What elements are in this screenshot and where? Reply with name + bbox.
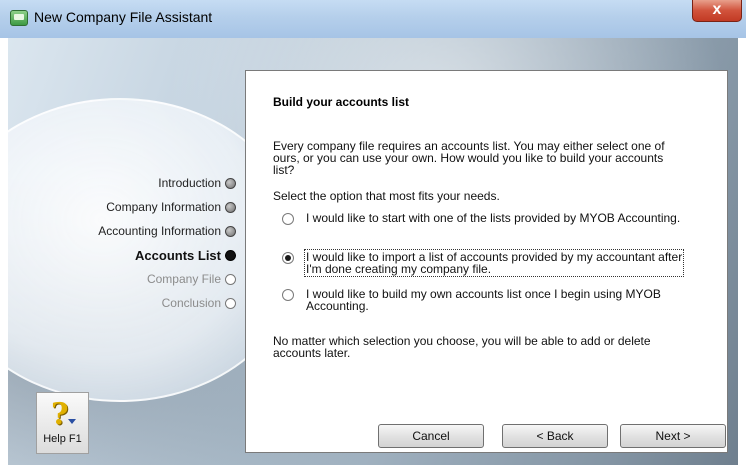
selection-prompt: Select the option that most fits your ne… [273,189,500,203]
option-import-from-accountant[interactable]: I would like to import a list of account… [282,249,685,277]
step-label: Company Information [106,200,221,214]
radio-button[interactable] [282,289,294,301]
myob-app-icon [10,10,28,26]
step-label: Company File [146,272,221,286]
step-company-file: Company File [147,270,236,288]
step-dot-icon [225,177,236,189]
dialog-client-area: Introduction Company Information Account… [8,38,738,465]
step-label: Introduction [158,176,221,190]
intro-line-2: ours, or you can use your own. How would… [273,151,664,165]
title-bar: New Company File Assistant x [0,0,746,38]
step-conclusion: Conclusion [162,294,236,312]
chevron-down-icon [68,419,76,424]
radio-button-selected[interactable] [282,252,294,264]
step-dot-icon [225,297,236,309]
option-label: I would like to build my own accounts li… [306,288,661,312]
help-button-label: Help F1 [43,433,82,445]
step-company-information: Company Information [106,198,236,216]
window-title: New Company File Assistant [34,9,213,25]
radio-button[interactable] [282,213,294,225]
close-button[interactable]: x [692,0,742,22]
step-dot-icon [225,201,236,213]
panel-heading: Build your accounts list [273,95,410,109]
step-dot-icon [225,249,236,261]
note-line-2: accounts later. [273,346,351,360]
option-label: I would like to start with one of the li… [306,211,681,225]
help-question-icon: ? [51,397,69,432]
step-label: Accounting Information [98,224,221,238]
intro-line-3: list? [273,163,295,177]
step-dot-icon [225,225,236,237]
option-label-line-2: Accounting. [306,299,369,313]
back-button[interactable]: < Back [502,424,608,448]
next-button[interactable]: Next > [620,424,726,448]
cancel-button[interactable]: Cancel [378,424,484,448]
option-label: I would like to import a list of account… [303,249,685,277]
help-button[interactable]: ? Help F1 [36,392,89,454]
step-label: Conclusion [161,296,221,310]
step-dot-icon [225,273,236,285]
step-accounting-information: Accounting Information [98,222,236,240]
step-introduction: Introduction [158,174,236,192]
step-label: Accounts List [135,247,221,263]
option-start-with-myob-list[interactable]: I would like to start with one of the li… [282,212,680,225]
content-panel: Build your accounts list Every company f… [245,70,728,453]
option-label-line-2: I'm done creating my company file. [306,262,492,276]
option-build-own-list[interactable]: I would like to build my own accounts li… [282,288,661,312]
step-accounts-list: Accounts List [135,246,236,264]
new-company-file-assistant-window: New Company File Assistant x Introductio… [0,0,746,465]
close-icon: x [712,1,722,18]
